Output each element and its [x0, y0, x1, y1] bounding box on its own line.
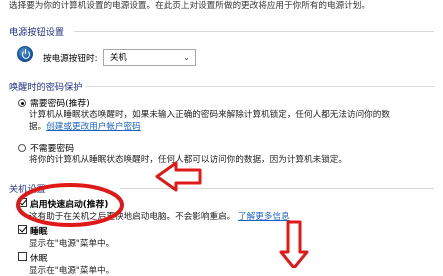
power-button-section-title: 电源按钮设置: [9, 27, 65, 38]
hibernate-label[interactable]: 休眠: [30, 251, 48, 264]
fast-startup-description: 这有助于在关机之后更快地启动电脑。不会影响重启。 了解更多信息: [29, 212, 290, 222]
require-password-radio[interactable]: [18, 99, 26, 107]
section-divider: [120, 188, 434, 189]
annotation-down-arrow: [279, 220, 309, 268]
sleep-checkbox[interactable]: [18, 225, 27, 234]
section-divider: [74, 31, 434, 32]
select-value: 关机: [110, 52, 127, 62]
no-password-radio[interactable]: [18, 144, 26, 152]
hibernate-checkbox[interactable]: [18, 252, 27, 261]
fast-startup-checkbox[interactable]: [18, 198, 27, 207]
hibernate-description: 显示在"电源"菜单中。: [29, 266, 115, 276]
intro-text: 选择要为你的计算机设置的电源设置。在此页上对设置所做的更改将应用于你所有的电源计…: [9, 1, 370, 11]
shield-icon: [17, 46, 33, 62]
annotation-left-arrow: [155, 161, 202, 192]
password-section-title: 唤醒时的密码保护: [9, 82, 83, 93]
fast-startup-label[interactable]: 启用快速启动(推荐): [30, 197, 108, 210]
shutdown-section-title: 关机设置: [9, 184, 46, 195]
require-password-description-2: 据。创建或更改用户帐户密码: [29, 122, 141, 132]
create-password-link[interactable]: 创建或更改用户帐户密码: [46, 122, 141, 132]
annotation-overlay: [16, 161, 309, 268]
sleep-description: 显示在"电源"菜单中。: [29, 239, 115, 249]
chevron-down-icon: ⌄: [183, 53, 190, 62]
power-button-action-select[interactable]: 关机 ⌄: [103, 49, 196, 66]
power-button-label: 按电源按钮时:: [43, 54, 98, 64]
no-password-description: 将你的计算机从睡眠状态唤醒时，任何人都可以访问你的数据，因为计算机未锁定。: [29, 155, 347, 165]
require-password-description: 计算机从睡眠状态唤醒时，如果未输入正确的密码来解除计算机锁定，任何人都无法访问你…: [29, 110, 390, 120]
section-divider: [86, 86, 434, 87]
learn-more-link[interactable]: 了解更多信息: [238, 212, 290, 222]
sleep-label[interactable]: 睡眠: [30, 224, 48, 237]
